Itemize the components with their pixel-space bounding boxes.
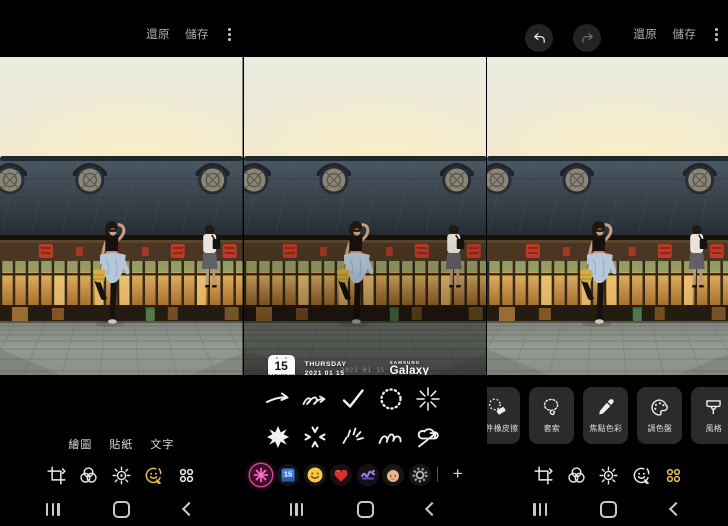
tool-spot-color[interactable]: 焦點色彩 [583, 387, 628, 444]
svg-text:15: 15 [283, 470, 291, 479]
category-calendar[interactable]: 15 [277, 464, 299, 486]
kebab-menu-icon[interactable] [224, 26, 235, 43]
editor-toolbar [0, 465, 243, 486]
category-hearts[interactable] [330, 464, 352, 486]
category-settings[interactable] [409, 464, 431, 486]
photo-canvas[interactable] [0, 57, 243, 375]
tool-label: 風格 [706, 423, 722, 434]
panel-sticker-tabs: 還原 儲存 繪圖 貼紙 文字 [0, 0, 243, 526]
undo-button[interactable] [525, 24, 553, 52]
home-icon[interactable] [113, 501, 130, 518]
tool-label: 物件橡皮擦 [486, 423, 518, 434]
more-tools-icon-selected[interactable] [663, 465, 684, 486]
tool-palette[interactable]: 調色盤 [637, 387, 682, 444]
photo-canvas[interactable] [487, 57, 728, 375]
cloud-arrow-doodle[interactable] [414, 423, 442, 451]
recents-icon[interactable] [533, 503, 547, 516]
back-icon[interactable] [182, 502, 196, 516]
right-topbar: 還原 儲存 [487, 26, 728, 50]
tool-style[interactable]: 風格 [691, 387, 728, 444]
category-ar-emoji[interactable] [382, 464, 404, 486]
kebab-menu-icon[interactable] [711, 26, 722, 43]
location-pin-sticker[interactable] [430, 354, 487, 375]
sticker-category-bar: 15 [244, 464, 487, 488]
tab-stickers[interactable]: 貼紙 [109, 436, 133, 452]
filters-icon[interactable] [566, 465, 587, 486]
tab-draw[interactable]: 繪圖 [68, 436, 92, 452]
category-emoji[interactable] [304, 464, 326, 486]
squiggle-doodle[interactable] [377, 423, 405, 451]
curly-arrow-doodle[interactable] [301, 385, 329, 413]
extra-tools-row: 物件橡皮擦 套索 焦點色彩 調色盤 風格 [486, 387, 728, 444]
brand-name: Galaxy [390, 365, 430, 375]
checkmark-doodle[interactable] [339, 385, 367, 413]
back-icon[interactable] [669, 502, 683, 516]
save-button[interactable]: 儲存 [672, 26, 696, 42]
panel-extra-tools: 還原 儲存 物件橡皮擦 套索 焦點色彩 調色盤 [486, 0, 728, 526]
transform-icon[interactable] [46, 465, 67, 486]
temple-photo [0, 57, 243, 375]
burst-lines-doodle[interactable] [339, 423, 367, 451]
back-icon[interactable] [425, 502, 439, 516]
android-navbar [487, 498, 728, 520]
category-divider [437, 467, 438, 482]
tool-object-eraser[interactable]: 物件橡皮擦 [486, 387, 520, 444]
revert-button[interactable]: 還原 [146, 26, 170, 42]
save-button[interactable]: 儲存 [185, 26, 209, 42]
category-word-art[interactable] [357, 464, 379, 486]
more-tools-icon[interactable] [176, 465, 197, 486]
datestamp-sticker[interactable]: 2021 01 15 [341, 366, 385, 374]
photo-editor-triptych: 還原 儲存 繪圖 貼紙 文字 [0, 0, 728, 526]
recents-icon[interactable] [290, 503, 304, 516]
filters-icon[interactable] [78, 465, 99, 486]
stickers-icon[interactable] [631, 465, 652, 486]
editor-toolbar [487, 465, 728, 486]
android-navbar [0, 498, 243, 520]
calendar-day: 15 [274, 360, 287, 372]
bottom-scrim [244, 57, 487, 375]
category-doodles[interactable] [250, 464, 272, 486]
tab-text[interactable]: 文字 [150, 436, 174, 452]
photo-canvas[interactable]: 15 SATURDAY THURSDAY 2021 01 15 2021 01 … [244, 57, 487, 375]
anger-mark-doodle[interactable] [301, 423, 329, 451]
sticker-mode-tabs: 繪圖 貼紙 文字 [0, 436, 243, 452]
add-sticker-pack-button[interactable]: + [447, 463, 469, 485]
tool-label: 套索 [544, 423, 560, 434]
tool-label: 調色盤 [648, 423, 673, 434]
temple-photo [487, 57, 728, 375]
panel-sticker-drawer: 15 SATURDAY THURSDAY 2021 01 15 2021 01 … [243, 0, 487, 526]
home-icon[interactable] [600, 501, 617, 518]
home-icon[interactable] [357, 501, 374, 518]
tool-label: 焦點色彩 [589, 423, 622, 434]
redo-button[interactable] [573, 24, 601, 52]
dotted-circle-doodle[interactable] [377, 385, 405, 413]
adjust-icon[interactable] [598, 465, 619, 486]
galaxy-brand-sticker[interactable]: SAMSUNG Galaxy [390, 360, 430, 375]
calendar-weekday: SATURDAY [267, 373, 294, 375]
sparkle-doodle[interactable] [414, 385, 442, 413]
left-topbar: 還原 儲存 [0, 26, 243, 50]
calendar-sticker[interactable]: 15 SATURDAY [268, 355, 295, 375]
arrow-doodle[interactable] [264, 385, 292, 413]
adjust-icon[interactable] [111, 465, 132, 486]
recents-icon[interactable] [46, 503, 60, 516]
revert-button[interactable]: 還原 [633, 26, 657, 42]
starburst-doodle[interactable] [264, 423, 292, 451]
stickers-icon-selected[interactable] [143, 465, 164, 486]
tool-lasso[interactable]: 套索 [529, 387, 574, 444]
android-navbar [244, 498, 487, 520]
transform-icon[interactable] [533, 465, 554, 486]
